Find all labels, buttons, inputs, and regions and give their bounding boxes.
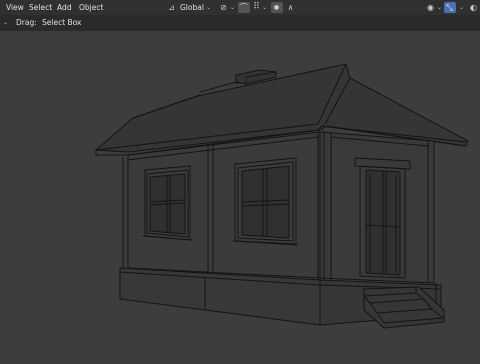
chevron-down-icon: ⌄: [76, 19, 82, 26]
drag-select-box-dropdown[interactable]: Select Box ⌄: [39, 17, 83, 28]
chevron-down-icon[interactable]: ⌄: [230, 2, 235, 13]
window-left: [142, 165, 193, 241]
transform-orientation-dropdown[interactable]: ⊿ Global ⌄: [166, 2, 212, 13]
gizmo-toggle[interactable]: ⤡: [444, 2, 456, 13]
3d-viewport[interactable]: [0, 31, 480, 360]
proportional-editing-icon: ●: [273, 4, 280, 11]
gizmo-icon: ⤡: [446, 3, 453, 12]
menu-add[interactable]: Add: [57, 2, 72, 13]
menu-object[interactable]: Object: [79, 2, 103, 13]
chevron-down-icon: ⌄: [206, 4, 212, 11]
falloff-curve-icon[interactable]: ∧: [285, 2, 296, 13]
drag-label: Drag:: [16, 18, 37, 27]
chevron-down-icon[interactable]: ⌄: [437, 2, 442, 13]
viewport-header: View Select Add Object ⊿ Global ⌄ ⊘ ⌄ ⌒ …: [0, 0, 480, 15]
house-wireframe: [95, 63, 469, 329]
window-right: [232, 157, 299, 246]
snap-target-icon[interactable]: ⠿: [251, 2, 262, 13]
chevron-down-icon[interactable]: ⌄: [3, 17, 8, 28]
visibility-icon[interactable]: ◉: [425, 2, 436, 13]
orientation-label: Global: [180, 3, 204, 12]
chevron-down-icon[interactable]: ⌄: [459, 2, 464, 13]
proportional-editing-toggle[interactable]: ●: [271, 2, 283, 13]
chevron-down-icon[interactable]: ⌄: [262, 2, 267, 13]
snap-toggle[interactable]: ⌒: [238, 2, 250, 13]
snap-magnet-icon: ⌒: [239, 3, 248, 12]
pivot-point-icon[interactable]: ⊘: [218, 2, 229, 13]
tool-settings-bar: ⌄ Drag: Select Box ⌄: [0, 15, 480, 31]
transform-orientation-icon: ⊿: [168, 3, 175, 12]
menu-select[interactable]: Select: [29, 2, 52, 13]
menu-view[interactable]: View: [6, 2, 24, 13]
overlay-icon[interactable]: ◐: [468, 2, 479, 13]
